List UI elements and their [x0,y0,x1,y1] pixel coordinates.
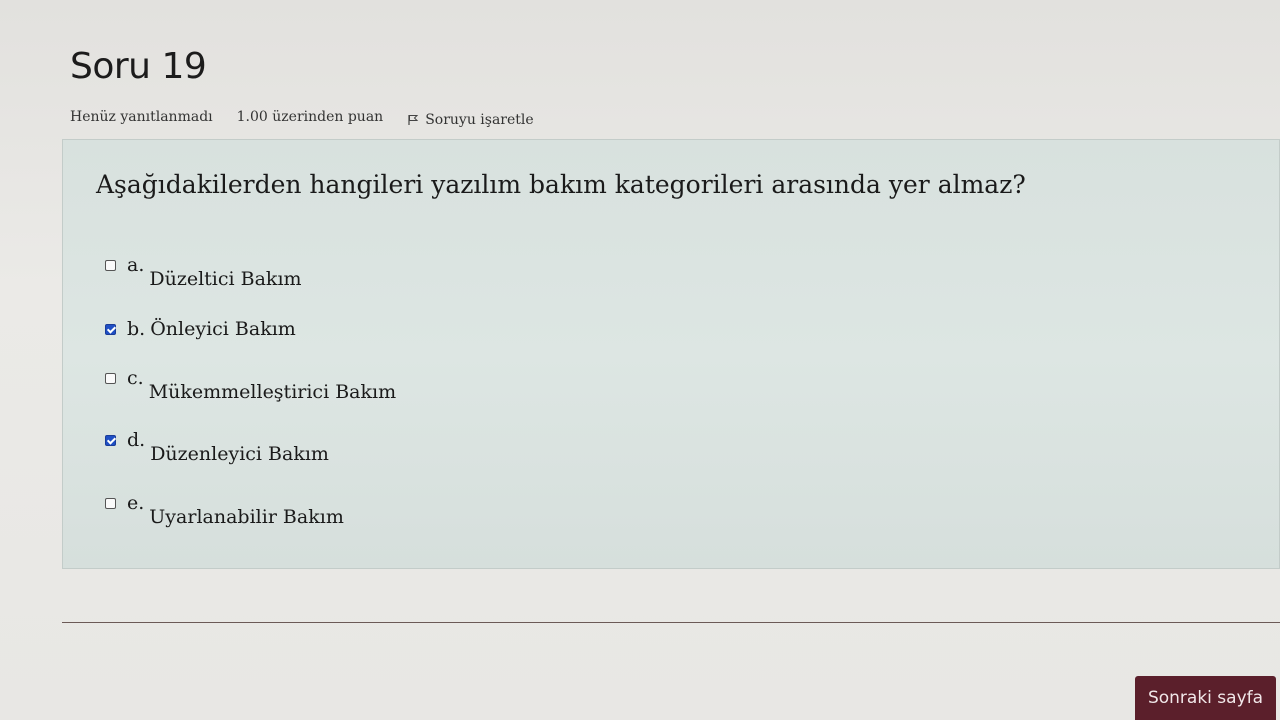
answer-option-b[interactable]: b. Önleyici Bakım [105,318,296,340]
flag-icon [408,115,419,125]
answer-e-letter: e. [127,492,145,514]
answer-option-a[interactable]: a. Düzeltici Bakım [105,254,302,290]
answer-e-checkbox[interactable] [105,498,116,509]
next-page-button[interactable]: Sonraki sayfa [1135,676,1276,720]
answer-d-letter: d. [127,429,146,451]
question-text: Aşağıdakilerden hangileri yazılım bakım … [96,170,1026,199]
answer-option-e[interactable]: e. Uyarlanabilir Bakım [105,492,344,528]
flag-question-link[interactable]: Soruyu işaretle [407,112,534,128]
answer-d-checkbox[interactable] [105,435,116,446]
answer-c-checkbox[interactable] [105,373,116,384]
flag-question-label: Soruyu işaretle [425,112,534,128]
footer-divider [62,622,1280,623]
answer-option-d[interactable]: d. Düzenleyici Bakım [105,429,329,465]
question-points: 1.00 üzerinden puan [236,109,384,125]
answer-a-text: Düzeltici Bakım [149,268,302,290]
question-info: Henüz yanıtlanmadı 1.00 üzerinden puan S… [70,106,534,128]
question-content: Aşağıdakilerden hangileri yazılım bakım … [62,139,1280,569]
answer-d-text: Düzenleyici Bakım [150,443,329,465]
answer-a-letter: a. [127,254,145,276]
quiz-page: Soru 19 Henüz yanıtlanmadı 1.00 üzerinde… [0,0,1280,720]
answer-b-checkbox[interactable] [105,324,116,335]
answer-e-text: Uyarlanabilir Bakım [149,506,344,528]
answer-c-letter: c. [127,367,144,389]
answer-a-checkbox[interactable] [105,260,116,271]
answer-option-c[interactable]: c. Mükemmelleştirici Bakım [105,367,396,403]
answer-c-text: Mükemmelleştirici Bakım [148,381,397,403]
question-number: Soru 19 [70,46,207,87]
answer-b-text: Önleyici Bakım [150,318,296,340]
answer-b-letter: b. [127,318,146,340]
answer-status: Henüz yanıtlanmadı [70,109,213,125]
